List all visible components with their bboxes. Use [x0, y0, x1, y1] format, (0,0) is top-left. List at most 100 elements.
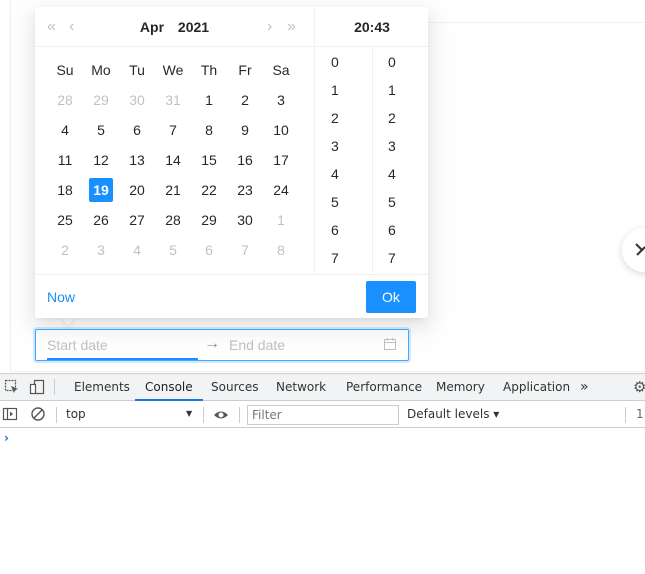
day-number: 12 [93, 152, 109, 168]
day-cell[interactable]: 1 [191, 85, 227, 115]
day-cell[interactable]: 30 [119, 85, 155, 115]
day-cell[interactable]: 15 [191, 145, 227, 175]
day-cell[interactable]: 28 [47, 85, 83, 115]
day-cell[interactable]: 22 [191, 175, 227, 205]
day-number: 15 [201, 152, 217, 168]
tab-application[interactable]: Application [493, 374, 580, 401]
selected-day-cell[interactable]: 19 [83, 175, 119, 205]
day-cell[interactable]: 6 [119, 115, 155, 145]
day-cell[interactable]: 27 [119, 205, 155, 235]
year-button[interactable]: 2021 [178, 19, 209, 35]
day-cell[interactable]: 26 [83, 205, 119, 235]
day-cell[interactable]: 6 [191, 235, 227, 265]
day-cell[interactable]: 31 [155, 85, 191, 115]
minute-column[interactable]: 01234567 [372, 47, 428, 273]
hour-option[interactable]: 5 [316, 188, 372, 216]
clear-console-icon[interactable] [30, 406, 46, 422]
day-cell[interactable]: 8 [191, 115, 227, 145]
day-cell[interactable]: 10 [263, 115, 299, 145]
day-cell[interactable]: 5 [83, 115, 119, 145]
day-cell[interactable]: 11 [47, 145, 83, 175]
log-levels-dropdown[interactable]: Default levels ▾ [407, 407, 499, 421]
minute-option[interactable]: 6 [373, 216, 428, 244]
ok-button[interactable]: Ok [366, 281, 416, 313]
day-cell[interactable]: 20 [119, 175, 155, 205]
day-cell[interactable]: 3 [83, 235, 119, 265]
end-date-input[interactable]: End date [229, 337, 285, 353]
device-toolbar-icon[interactable] [29, 379, 45, 395]
hour-option[interactable]: 6 [316, 216, 372, 244]
day-cell[interactable]: 18 [47, 175, 83, 205]
day-cell[interactable]: 2 [47, 235, 83, 265]
hour-option[interactable]: 4 [316, 160, 372, 188]
gear-icon[interactable]: ⚙ [633, 379, 645, 395]
right-icon[interactable]: › [267, 17, 272, 37]
minute-option[interactable]: 4 [373, 160, 428, 188]
double-right-icon[interactable]: » [287, 17, 296, 37]
time-panel: 20:43 01234567 01234567 [316, 7, 428, 274]
console-prompt[interactable]: › [4, 431, 9, 445]
day-cell[interactable]: 13 [119, 145, 155, 175]
day-cell[interactable]: 16 [227, 145, 263, 175]
day-cell[interactable]: 2 [227, 85, 263, 115]
month-button[interactable]: Apr [140, 19, 164, 35]
day-cell[interactable]: 7 [227, 235, 263, 265]
issues-count[interactable]: 1 [636, 407, 644, 421]
tab-sources[interactable]: Sources [201, 374, 268, 401]
day-cell[interactable]: 5 [155, 235, 191, 265]
day-cell[interactable]: 29 [191, 205, 227, 235]
hour-option[interactable]: 7 [316, 244, 372, 272]
day-cell[interactable]: 25 [47, 205, 83, 235]
day-number: 28 [57, 92, 73, 108]
eye-icon[interactable] [213, 407, 229, 423]
day-cell[interactable]: 14 [155, 145, 191, 175]
day-number: 4 [133, 242, 141, 258]
day-number: 13 [129, 152, 145, 168]
context-select[interactable]: top [66, 407, 196, 421]
day-cell[interactable]: 28 [155, 205, 191, 235]
weekday-row: Su Mo Tu We Th Fr Sa [47, 55, 299, 85]
sidebar-toggle-icon[interactable] [2, 406, 18, 422]
day-cell[interactable]: 9 [227, 115, 263, 145]
day-number: 28 [165, 212, 181, 228]
now-link[interactable]: Now [47, 289, 75, 305]
hour-option[interactable]: 3 [316, 132, 372, 160]
tab-elements[interactable]: Elements [64, 374, 140, 401]
hour-column[interactable]: 01234567 [316, 47, 372, 273]
minute-option[interactable]: 3 [373, 132, 428, 160]
arrow-right-icon: → [204, 335, 220, 352]
day-cell[interactable]: 24 [263, 175, 299, 205]
day-cell[interactable]: 3 [263, 85, 299, 115]
day-cell[interactable]: 23 [227, 175, 263, 205]
week-row: 11 12 13 14 15 16 17 [47, 145, 299, 175]
day-cell[interactable]: 8 [263, 235, 299, 265]
minute-option[interactable]: 0 [373, 48, 428, 76]
day-cell[interactable]: 7 [155, 115, 191, 145]
drag-handle-icon [635, 243, 645, 256]
day-cell[interactable]: 30 [227, 205, 263, 235]
inspect-element-icon[interactable] [4, 379, 20, 395]
day-cell[interactable]: 17 [263, 145, 299, 175]
minute-option[interactable]: 7 [373, 244, 428, 272]
day-cell[interactable]: 1 [263, 205, 299, 235]
hour-option[interactable]: 2 [316, 104, 372, 132]
hour-option[interactable]: 0 [316, 48, 372, 76]
range-picker-input[interactable]: Start date → End date [35, 329, 409, 361]
day-cell[interactable]: 4 [47, 115, 83, 145]
day-cell[interactable]: 21 [155, 175, 191, 205]
minute-option[interactable]: 5 [373, 188, 428, 216]
tab-performance[interactable]: Performance [336, 374, 432, 401]
day-cell[interactable]: 12 [83, 145, 119, 175]
hour-option[interactable]: 1 [316, 76, 372, 104]
start-date-input[interactable]: Start date [47, 337, 197, 353]
day-cell[interactable]: 4 [119, 235, 155, 265]
minute-option[interactable]: 2 [373, 104, 428, 132]
day-cell[interactable]: 29 [83, 85, 119, 115]
more-tabs-icon[interactable]: » [580, 374, 589, 401]
filter-input[interactable]: Filter [247, 405, 399, 425]
tab-memory[interactable]: Memory [426, 374, 495, 401]
tab-console[interactable]: Console [135, 374, 203, 401]
tab-network[interactable]: Network [266, 374, 336, 401]
minute-option[interactable]: 1 [373, 76, 428, 104]
weekday-label: Tu [129, 62, 145, 78]
